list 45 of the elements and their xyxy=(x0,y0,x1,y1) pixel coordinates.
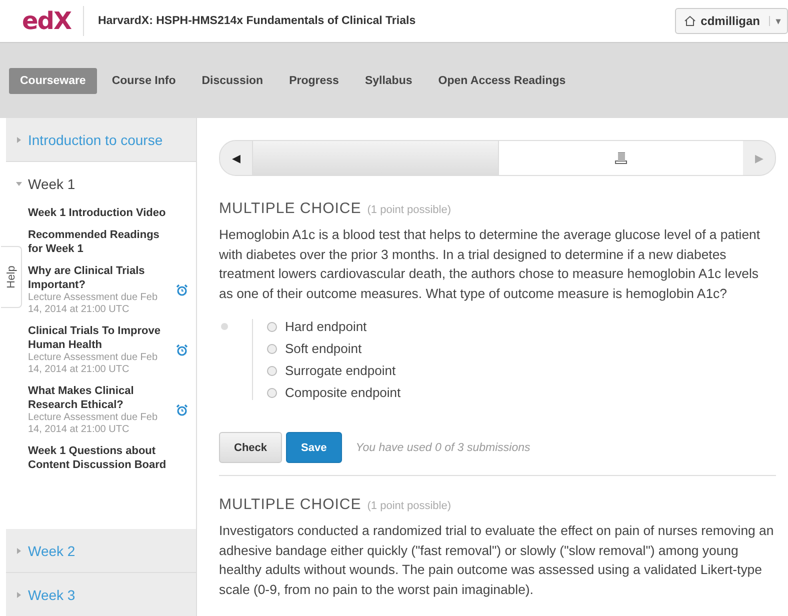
caret-icon xyxy=(16,136,22,142)
points-label: (1 point possible) xyxy=(367,500,452,512)
course-tab[interactable]: Course Info xyxy=(100,68,187,94)
problem-heading: MULTIPLE CHOICE xyxy=(219,200,362,217)
problem-heading: MULTIPLE CHOICE xyxy=(219,496,362,513)
action-button[interactable]: Check xyxy=(219,432,282,463)
sequence-tab[interactable] xyxy=(252,141,498,175)
home-icon xyxy=(684,15,696,27)
option-label[interactable]: Surrogate endpoint xyxy=(285,363,396,378)
course-tab[interactable]: Progress xyxy=(278,68,350,94)
status-dot-icon xyxy=(221,323,228,330)
lesson-link[interactable]: Week 1 Introduction Video xyxy=(28,206,170,220)
lesson-link[interactable]: Why are Clinical Trials Important? xyxy=(28,264,170,292)
radio-button[interactable] xyxy=(267,344,277,354)
option-label[interactable]: Hard endpoint xyxy=(285,319,367,334)
submissions-note: You have used 0 of 3 submissions xyxy=(356,442,530,454)
radio-button[interactable] xyxy=(267,388,277,398)
radio-button[interactable] xyxy=(267,322,277,332)
caret-icon xyxy=(16,181,22,187)
option-label[interactable]: Soft endpoint xyxy=(285,341,362,356)
due-date: Lecture Assessment due Feb 14, 2014 at 21:00 UTC xyxy=(28,412,159,436)
course-tab[interactable]: Syllabus xyxy=(354,68,424,94)
due-date: Lecture Assessment due Feb 14, 2014 at 21:00 UTC xyxy=(28,292,159,316)
list-icon xyxy=(614,152,628,164)
points-label: (1 point possible) xyxy=(367,204,452,216)
option-label[interactable]: Composite endpoint xyxy=(285,385,401,400)
previous-button[interactable]: ◀ xyxy=(220,141,252,175)
action-button[interactable]: Save xyxy=(286,432,342,463)
logo[interactable]: edX xyxy=(22,6,84,36)
course-tab[interactable]: Discussion xyxy=(190,68,274,94)
radio-button[interactable] xyxy=(267,366,277,376)
caret-icon xyxy=(16,592,22,598)
course-tab[interactable]: Open Access Readings xyxy=(427,68,577,94)
caret-icon xyxy=(16,548,22,554)
lesson-link[interactable]: Clinical Trials To Improve Human Health xyxy=(28,324,170,352)
user-menu[interactable]: cdmilligan ▾ xyxy=(674,8,788,34)
sequence-tab[interactable] xyxy=(498,141,743,175)
lesson-link[interactable]: Recommended Readings for Week 1 xyxy=(28,228,170,256)
question-text: Hemoglobin A1c is a blood test that helps to determine the average glucose level of a patient with diabetes over the prior 3 months. In a trial designed to determine if a new diabetes treatment lowers cardiovascular death, the authors chose to measure hemoglobin A1c levels as one of their outcome measures. What type of outcome measure is hemoglobin A1c? xyxy=(219,226,762,303)
help-tab[interactable]: Help xyxy=(1,246,22,308)
due-date: Lecture Assessment due Feb 14, 2014 at 21:00 UTC xyxy=(28,352,159,376)
lesson-link[interactable]: Week 1 Questions about Content Discussion Board xyxy=(28,444,170,472)
question-text: Investigators conducted a randomized trial to evaluate the effect on pain of nurses removing an adhesive bandage either quickly ("fast removal") or slowly ("slow removal") among young healthy adults without wounds. The pain outcome was assessed using a validated Likert-type scale (0-9, from no pain to the worst pain imaginable). xyxy=(219,522,775,599)
lesson-link[interactable]: What Makes Clinical Research Ethical? xyxy=(28,384,170,412)
course-title: HarvardX: HSPH-HMS214x Fundamentals of Clinical Trials xyxy=(98,15,417,27)
